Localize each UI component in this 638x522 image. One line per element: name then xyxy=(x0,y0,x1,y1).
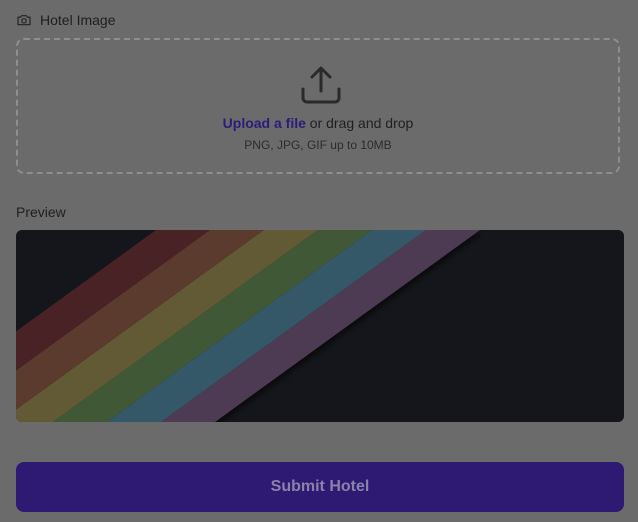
image-preview xyxy=(16,230,624,422)
preview-image xyxy=(16,230,480,422)
upload-icon xyxy=(300,64,342,106)
camera-icon xyxy=(16,12,32,28)
upload-instructions: Upload a file or drag and drop xyxy=(18,115,618,131)
upload-file-link[interactable]: Upload a file xyxy=(223,115,306,131)
submit-hotel-button[interactable]: Submit Hotel xyxy=(16,462,624,512)
file-type-hint: PNG, JPG, GIF up to 10MB xyxy=(244,138,392,152)
hotel-image-label: Hotel Image xyxy=(16,11,115,29)
hotel-image-label-text: Hotel Image xyxy=(40,12,116,28)
drag-drop-text: or drag and drop xyxy=(305,115,414,131)
file-dropzone[interactable]: Upload a file or drag and drop PNG, JPG,… xyxy=(16,38,620,174)
preview-label: Preview xyxy=(16,204,66,220)
